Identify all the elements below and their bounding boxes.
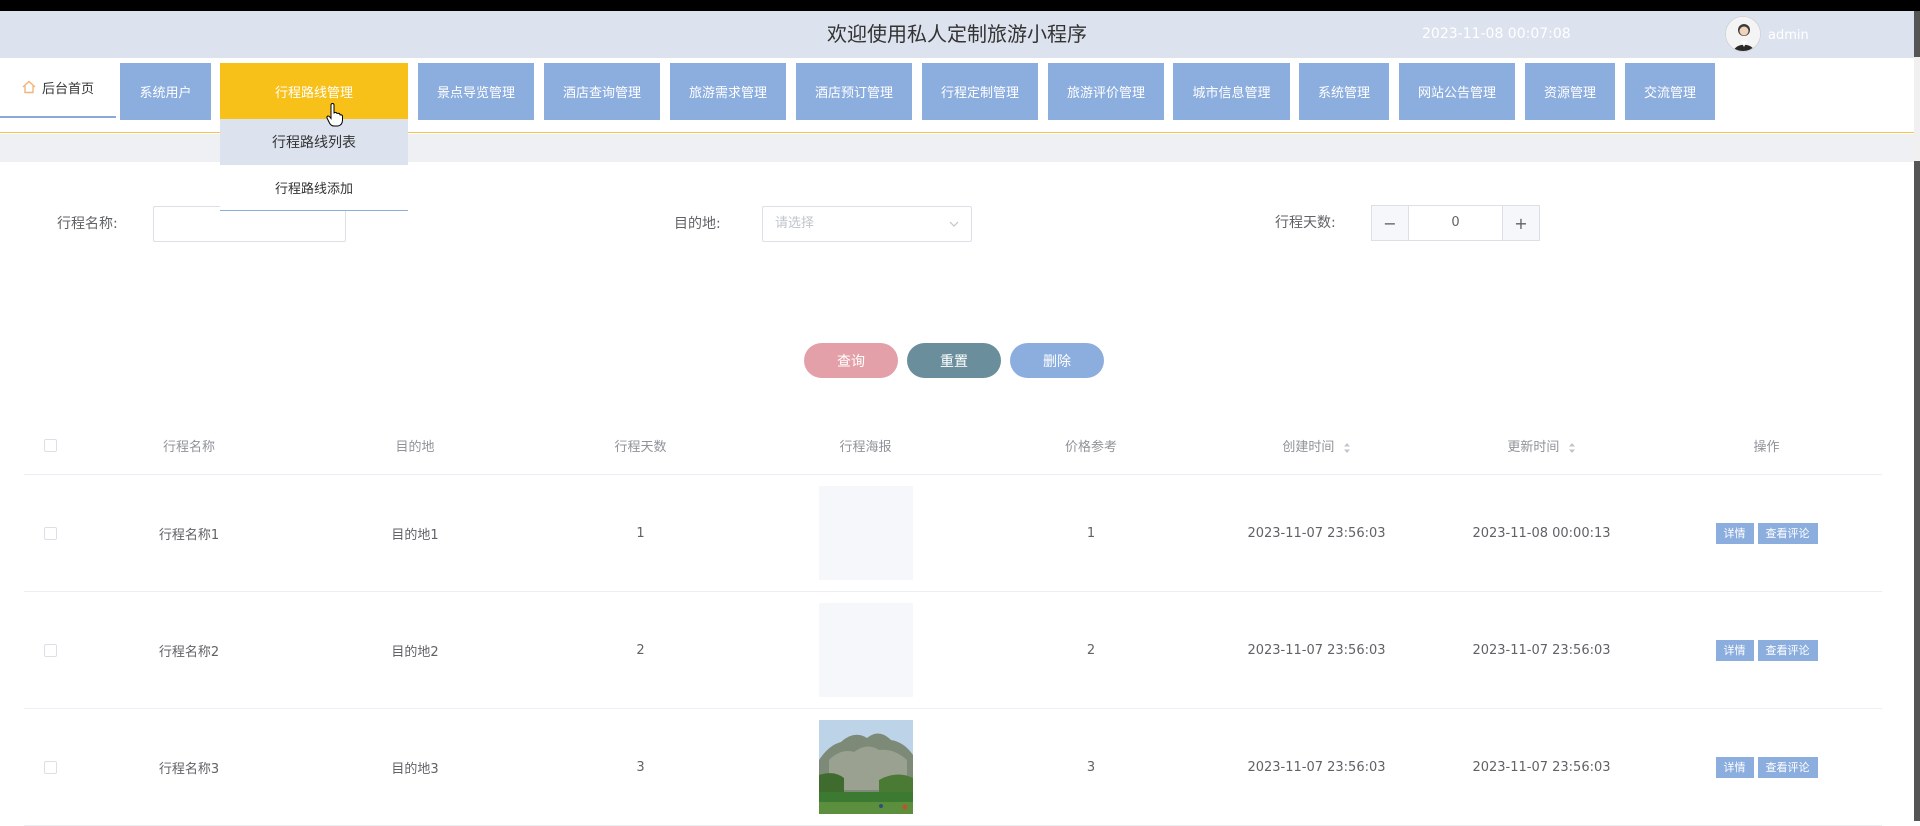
col-updated-label: 更新时间 bbox=[1507, 440, 1560, 455]
cell-destination: 目的地3 bbox=[391, 761, 439, 777]
col-destination: 目的地 bbox=[395, 440, 435, 455]
cell-days: 1 bbox=[636, 525, 645, 541]
nav-item-scenic-guide[interactable]: 景点导览管理 bbox=[418, 63, 534, 120]
col-days: 行程天数 bbox=[614, 440, 667, 455]
col-name: 行程名称 bbox=[162, 440, 215, 455]
route-name-input[interactable] bbox=[153, 206, 346, 242]
cell-updated: 2023-11-07 23:56:03 bbox=[1472, 759, 1611, 775]
col-created[interactable]: 创建时间 bbox=[1204, 436, 1429, 455]
detail-button[interactable]: 详情 bbox=[1715, 522, 1754, 544]
nav-item-city-info[interactable]: 城市信息管理 bbox=[1173, 63, 1290, 120]
trip-days-label: 行程天数: bbox=[1275, 215, 1336, 231]
col-actions: 操作 bbox=[1753, 440, 1780, 455]
nav-item-resource[interactable]: 资源管理 bbox=[1525, 63, 1615, 120]
route-table: 行程名称 目的地 行程天数 行程海报 价格参考 创建时间 更新时间 操作 行程名… bbox=[24, 417, 1882, 826]
cell-name: 行程名称2 bbox=[158, 644, 220, 660]
view-comments-button[interactable]: 查看评论 bbox=[1757, 756, 1818, 778]
nav-item-communication[interactable]: 交流管理 bbox=[1625, 63, 1715, 120]
cell-updated: 2023-11-08 00:00:13 bbox=[1472, 525, 1611, 541]
cell-created: 2023-11-07 23:56:03 bbox=[1247, 642, 1386, 658]
nav-item-system-users[interactable]: 系统用户 bbox=[120, 63, 211, 120]
cell-created: 2023-11-07 23:56:03 bbox=[1247, 759, 1386, 775]
user-avatar[interactable] bbox=[1725, 16, 1761, 52]
poster-image bbox=[818, 486, 913, 580]
nav-item-hotel-booking[interactable]: 酒店预订管理 bbox=[796, 63, 912, 120]
detail-button[interactable]: 详情 bbox=[1715, 639, 1754, 661]
destination-select[interactable]: 请选择 bbox=[762, 206, 972, 242]
submenu-route-list[interactable]: 行程路线列表 bbox=[220, 119, 408, 165]
table-row: 行程名称2 目的地2 2 2 2023-11-07 23:56:03 2023-… bbox=[24, 592, 1882, 709]
hand-cursor-icon bbox=[326, 103, 343, 127]
cell-price: 3 bbox=[1086, 759, 1096, 775]
table-row: 行程名称3 目的地3 3 3 2023-11-07 23:56:03 2023-… bbox=[24, 709, 1882, 826]
row-checkbox[interactable] bbox=[43, 760, 57, 774]
view-comments-button[interactable]: 查看评论 bbox=[1757, 522, 1818, 544]
delete-button[interactable]: 删除 bbox=[1010, 343, 1104, 378]
row-checkbox[interactable] bbox=[43, 643, 57, 657]
cell-name: 行程名称1 bbox=[158, 527, 220, 543]
cell-destination: 目的地2 bbox=[391, 644, 439, 660]
view-comments-button[interactable]: 查看评论 bbox=[1757, 639, 1818, 661]
window-top-bar bbox=[0, 0, 1920, 11]
nav-item-route-management[interactable]: 行程路线管理 bbox=[220, 63, 408, 120]
header-datetime: 2023-11-08 00:07:08 bbox=[1422, 26, 1571, 42]
table-header: 行程名称 目的地 行程天数 行程海报 价格参考 创建时间 更新时间 操作 bbox=[24, 417, 1882, 475]
query-button[interactable]: 查询 bbox=[804, 343, 898, 378]
table-row: 行程名称1 目的地1 1 1 2023-11-07 23:56:03 2023-… bbox=[24, 475, 1882, 592]
cell-destination: 目的地1 bbox=[391, 527, 439, 543]
nav-item-trip-custom[interactable]: 行程定制管理 bbox=[922, 63, 1038, 120]
route-submenu: 行程路线列表 行程路线添加 bbox=[220, 119, 408, 211]
detail-button[interactable]: 详情 bbox=[1715, 756, 1754, 778]
cell-days: 2 bbox=[636, 642, 645, 658]
nav-home[interactable]: 后台首页 bbox=[0, 58, 116, 118]
reset-button[interactable]: 重置 bbox=[907, 343, 1001, 378]
page-scrollbar[interactable] bbox=[1914, 11, 1920, 821]
app-header: 欢迎使用私人定制旅游小程序 2023-11-08 00:07:08 admin bbox=[0, 11, 1914, 58]
cell-updated: 2023-11-07 23:56:03 bbox=[1472, 642, 1611, 658]
destination-label: 目的地: bbox=[674, 216, 721, 232]
poster-image bbox=[818, 720, 913, 814]
route-name-label: 行程名称: bbox=[57, 216, 118, 232]
scrollbar-thumb[interactable] bbox=[1914, 161, 1920, 821]
submenu-route-add[interactable]: 行程路线添加 bbox=[220, 165, 408, 211]
mountain-photo bbox=[818, 720, 913, 814]
col-poster: 行程海报 bbox=[839, 440, 892, 455]
nav-item-site-notice[interactable]: 网站公告管理 bbox=[1399, 63, 1515, 120]
col-created-label: 创建时间 bbox=[1282, 440, 1335, 455]
nav-item-hotel-query[interactable]: 酒店查询管理 bbox=[544, 63, 660, 120]
poster-image bbox=[818, 603, 913, 697]
nav-item-system-management[interactable]: 系统管理 bbox=[1299, 63, 1389, 120]
cell-name: 行程名称3 bbox=[158, 761, 220, 777]
sort-icon[interactable] bbox=[1568, 442, 1576, 454]
col-updated[interactable]: 更新时间 bbox=[1429, 436, 1654, 455]
select-all-checkbox[interactable] bbox=[43, 439, 57, 452]
cell-price: 2 bbox=[1086, 642, 1096, 658]
days-increase-button[interactable]: + bbox=[1502, 205, 1540, 241]
header-username[interactable]: admin bbox=[1768, 11, 1809, 60]
nav-item-travel-review[interactable]: 旅游评价管理 bbox=[1048, 63, 1164, 120]
cell-days: 3 bbox=[636, 759, 645, 775]
scrollbar-thumb-top[interactable] bbox=[1914, 11, 1920, 57]
app-title: 欢迎使用私人定制旅游小程序 bbox=[827, 22, 1087, 46]
days-value[interactable]: 0 bbox=[1409, 205, 1502, 241]
destination-placeholder: 请选择 bbox=[775, 216, 815, 231]
sort-icon[interactable] bbox=[1343, 442, 1351, 454]
cell-price: 1 bbox=[1086, 525, 1096, 541]
home-icon bbox=[22, 80, 36, 94]
nav-item-travel-demand[interactable]: 旅游需求管理 bbox=[670, 63, 786, 120]
cell-created: 2023-11-07 23:56:03 bbox=[1247, 525, 1386, 541]
chevron-down-icon bbox=[949, 221, 959, 227]
days-decrease-button[interactable]: − bbox=[1371, 205, 1409, 241]
row-checkbox[interactable] bbox=[43, 526, 57, 540]
col-price: 价格参考 bbox=[1064, 440, 1117, 455]
nav-home-label: 后台首页 bbox=[42, 81, 95, 97]
